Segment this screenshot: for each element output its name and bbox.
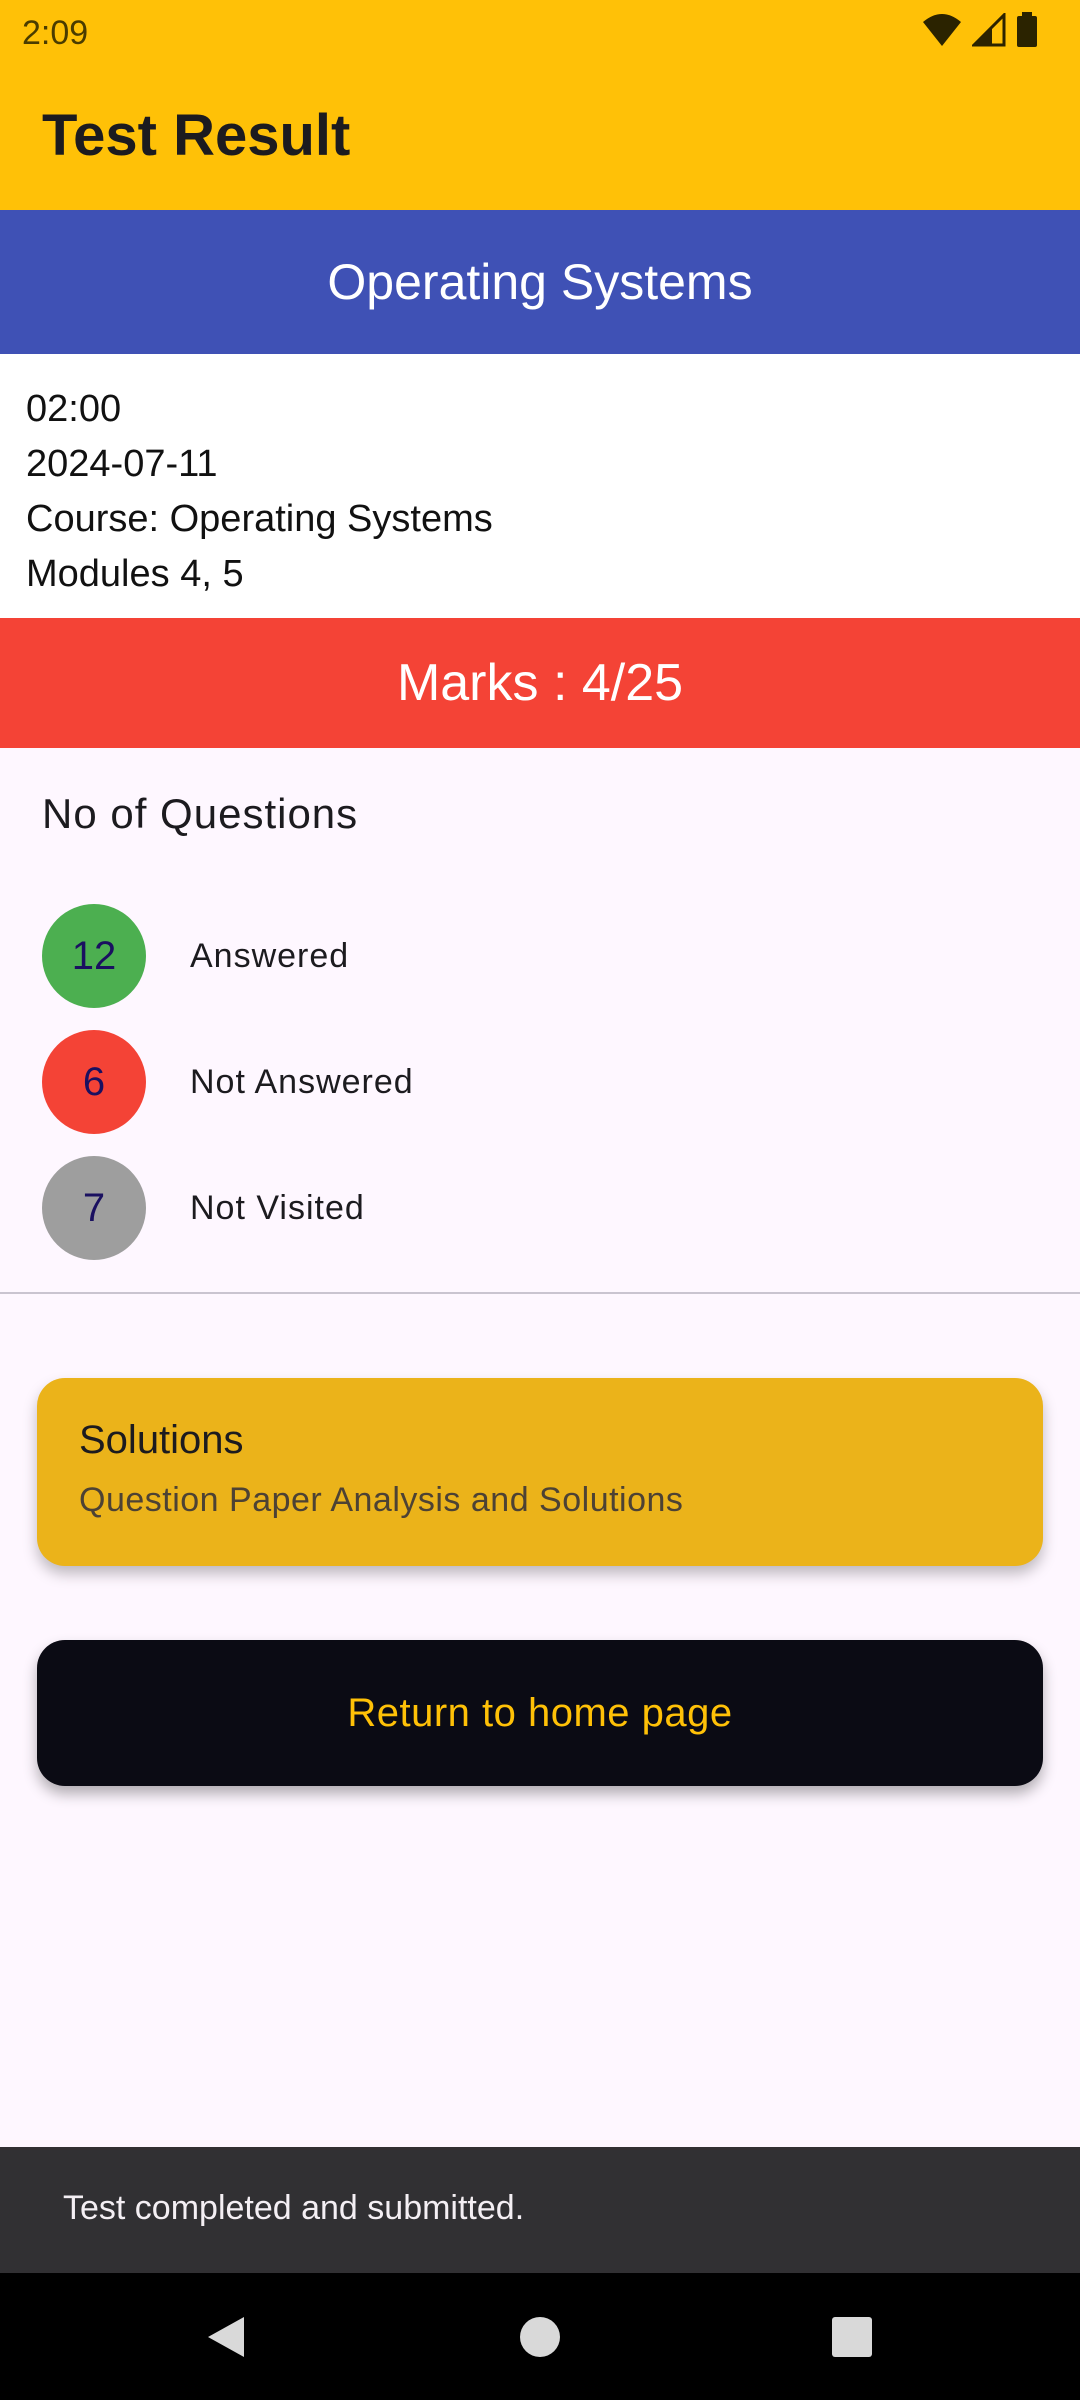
marks-bar: Marks : 4/25 xyxy=(0,618,1080,748)
not-visited-label: Not Visited xyxy=(190,1188,365,1227)
answered-count-badge: 12 xyxy=(42,904,146,1008)
back-icon[interactable] xyxy=(204,2315,248,2359)
answered-row: 12 Answered xyxy=(42,904,642,1008)
not-answered-label: Not Answered xyxy=(190,1062,414,1101)
return-home-label: Return to home page xyxy=(347,1690,733,1735)
not-visited-row: 7 Not Visited xyxy=(42,1156,642,1260)
questions-section-title: No of Questions xyxy=(42,790,359,837)
solutions-subtitle: Question Paper Analysis and Solutions xyxy=(79,1481,684,1519)
status-icons xyxy=(922,12,1038,48)
test-duration: 02:00 xyxy=(26,388,122,430)
snackbar: Test completed and submitted. xyxy=(0,2147,1080,2273)
snackbar-message: Test completed and submitted. xyxy=(63,2189,525,2227)
navigation-bar xyxy=(0,2273,1080,2400)
answered-label: Answered xyxy=(190,936,350,975)
signal-icon xyxy=(972,13,1006,47)
not-visited-count: 7 xyxy=(82,1185,106,1230)
test-info: 02:00 2024-07-11 Course: Operating Syste… xyxy=(0,354,1080,618)
return-home-button[interactable]: Return to home page xyxy=(37,1640,1043,1786)
course-banner: Operating Systems xyxy=(0,210,1080,354)
test-modules: Modules 4, 5 xyxy=(26,553,244,595)
not-answered-count-badge: 6 xyxy=(42,1030,146,1134)
not-answered-count: 6 xyxy=(82,1059,106,1104)
course-banner-title: Operating Systems xyxy=(327,254,753,310)
not-visited-count-badge: 7 xyxy=(42,1156,146,1260)
divider xyxy=(0,1292,1080,1294)
wifi-icon xyxy=(923,14,961,46)
status-bar: 2:09 xyxy=(0,0,1080,66)
test-date: 2024-07-11 xyxy=(26,443,218,485)
solutions-card[interactable]: Solutions Question Paper Analysis and So… xyxy=(37,1378,1043,1566)
app-bar: Test Result xyxy=(0,66,1080,210)
not-answered-row: 6 Not Answered xyxy=(42,1030,642,1134)
recents-icon[interactable] xyxy=(830,2315,874,2359)
marks-label: Marks : 4/25 xyxy=(396,654,684,712)
test-course: Course: Operating Systems xyxy=(26,498,493,540)
battery-icon xyxy=(1017,12,1037,47)
status-time: 2:09 xyxy=(22,14,89,52)
home-icon[interactable] xyxy=(518,2315,562,2359)
answered-count: 12 xyxy=(71,933,117,978)
page-title: Test Result xyxy=(42,103,351,168)
solutions-title: Solutions xyxy=(79,1418,244,1462)
